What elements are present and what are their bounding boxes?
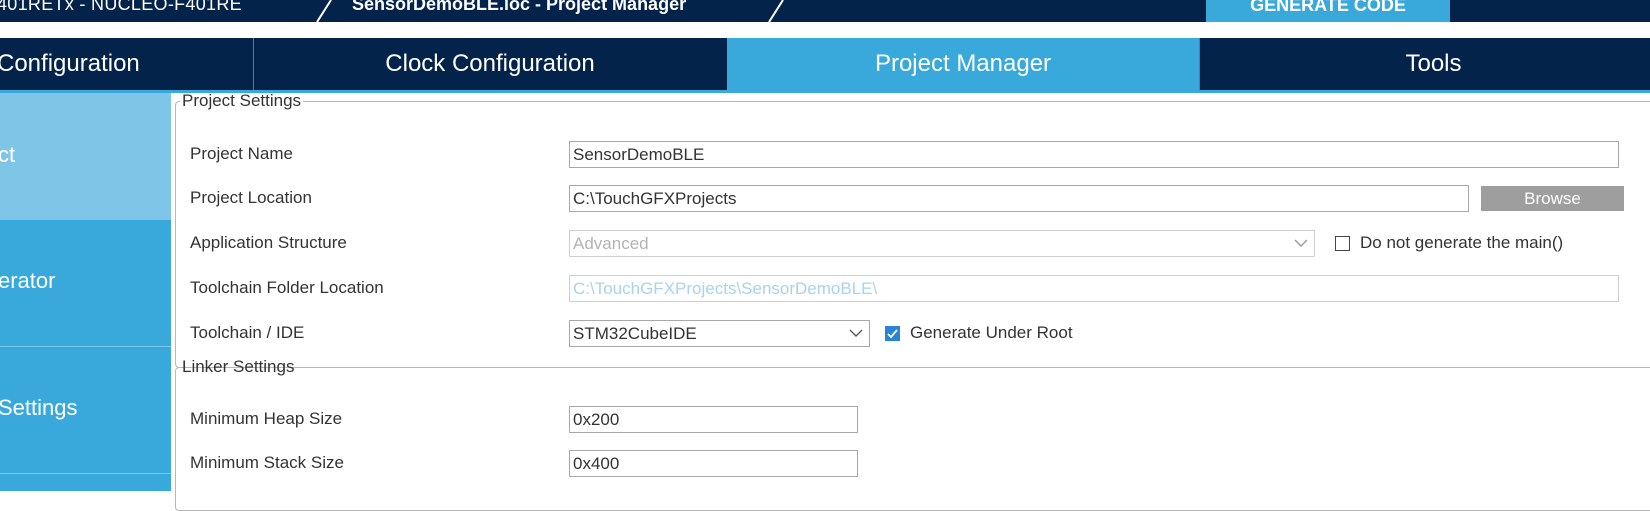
toolchain-folder-label: Toolchain Folder Location [190,278,384,297]
sidebar-divider [0,473,171,474]
stack-size-input[interactable]: 0x400 [569,450,858,477]
breadcrumb-separator-icon [316,0,332,22]
heap-size-input[interactable]: 0x200 [569,406,858,433]
breadcrumb-file[interactable]: SensorDemoBLE.ioc - Project Manager [352,0,686,15]
breadcrumb-separator-icon [768,0,784,22]
tab-label: Project Manager [874,50,1052,77]
chevron-down-icon [1294,239,1308,247]
generate-under-root-checkbox[interactable] [885,326,900,341]
project-location-input[interactable]: C:\TouchGFXProjects [569,185,1469,212]
app-structure-select[interactable]: Advanced [569,230,1315,257]
app-structure-label: Application Structure [190,233,347,252]
project-manager-panel: Project Settings Project Name SensorDemo… [171,91,1650,511]
tab-label: Tools [1405,50,1462,77]
project-name-input[interactable]: SensorDemoBLE [569,141,1619,168]
tab-clock-configuration[interactable]: Clock Configuration [254,38,726,90]
browse-button[interactable]: Browse [1481,186,1624,211]
sidebar-item-label: Settings [0,395,78,420]
breadcrumb-device[interactable]: 401RETx - NUCLEO-F401RE [0,0,242,15]
toolchain-ide-label: Toolchain / IDE [190,323,305,342]
sidebar: ct erator Settings [0,93,171,491]
sidebar-item-advanced-settings[interactable]: Settings [0,347,171,473]
linker-settings-group: Linker Settings Minimum Heap Size 0x200 … [175,357,1650,511]
heap-size-label: Minimum Heap Size [190,409,343,428]
toolchain-folder-input: C:\TouchGFXProjects\SensorDemoBLE\ [569,275,1619,302]
tab-pinout-configuration[interactable]: Configuration [0,38,253,90]
project-name-label: Project Name [190,144,293,163]
app-structure-value: Advanced [573,234,649,253]
sidebar-item-label: erator [0,268,56,293]
sidebar-item-code-generator[interactable]: erator [0,220,171,346]
tab-project-manager[interactable]: Project Manager [727,38,1199,90]
project-settings-title: Project Settings [182,91,302,110]
tab-label: Configuration [0,50,140,77]
linker-settings-title: Linker Settings [182,357,295,376]
sidebar-item-label: ct [0,142,16,167]
no-main-label: Do not generate the main() [1360,233,1564,252]
sidebar-item-project[interactable]: ct [0,93,171,220]
checkmark-icon [887,329,898,339]
toolchain-ide-value: STM32CubeIDE [573,324,697,343]
toolchain-ide-select[interactable]: STM32CubeIDE [569,320,870,347]
generate-code-button[interactable]: GENERATE CODE [1206,0,1450,22]
project-settings-group: Project Settings Project Name SensorDemo… [175,91,1650,368]
chevron-down-icon [849,329,863,337]
main-tab-bar: Configuration Clock Configuration Projec… [0,38,1650,90]
stack-size-label: Minimum Stack Size [190,453,344,472]
tab-label: Clock Configuration [385,50,595,77]
generate-under-root-label: Generate Under Root [910,323,1073,342]
tab-tools[interactable]: Tools [1200,38,1650,90]
project-location-label: Project Location [190,188,312,207]
no-main-checkbox[interactable] [1335,236,1350,251]
breadcrumb-bar: 401RETx - NUCLEO-F401RE SensorDemoBLE.io… [0,0,1650,22]
